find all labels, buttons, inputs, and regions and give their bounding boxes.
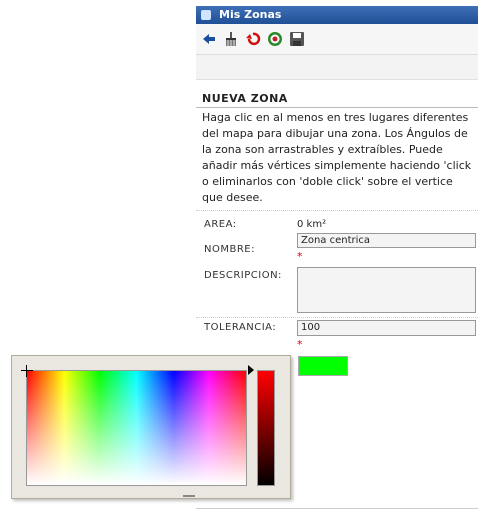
divider bbox=[196, 107, 478, 108]
required-marker: * bbox=[297, 250, 303, 263]
color-picker-popup bbox=[11, 355, 291, 499]
color-spectrum[interactable] bbox=[26, 370, 247, 486]
instruction-line: Haga clic en al menos en tres lugares di… bbox=[202, 111, 469, 124]
required-marker: * bbox=[297, 338, 303, 351]
window-title: Mis Zonas bbox=[219, 8, 282, 21]
instruction-line: del mapa para dibujar una zona. Los Ángu… bbox=[202, 127, 468, 140]
descripcion-label: DESCRIPCION: bbox=[204, 270, 282, 281]
instructions-text: Haga clic en al menos en tres lugares di… bbox=[202, 110, 478, 206]
instruction-line: añadir más vértices simplemente haciendo… bbox=[202, 159, 472, 172]
save-icon[interactable] bbox=[289, 31, 305, 47]
toolbar bbox=[196, 24, 478, 55]
instruction-line: que desee. bbox=[202, 191, 263, 204]
slider-arrow-icon[interactable] bbox=[248, 365, 254, 375]
crosshair-icon[interactable] bbox=[21, 365, 33, 377]
window-titlebar: Mis Zonas bbox=[196, 6, 478, 24]
status-bar bbox=[196, 55, 478, 80]
descripcion-textarea[interactable] bbox=[297, 267, 476, 313]
divider bbox=[196, 210, 478, 211]
back-arrow-icon[interactable] bbox=[201, 31, 217, 47]
nombre-field[interactable]: Zona centrica bbox=[297, 233, 476, 248]
divider bbox=[196, 508, 478, 509]
nombre-label: NOMBRE: bbox=[204, 244, 255, 255]
target-icon[interactable] bbox=[267, 31, 283, 47]
area-value: 0 km² bbox=[297, 219, 327, 230]
section-heading: NUEVA ZONA bbox=[202, 92, 288, 105]
tolerancia-label: TOLERANCIA: bbox=[204, 322, 277, 333]
instruction-line: la zona son arrastrables y extraíbles. P… bbox=[202, 143, 443, 156]
instruction-line: o eliminarlos con 'doble click' sobre el… bbox=[202, 175, 453, 188]
resize-grip[interactable] bbox=[183, 495, 195, 497]
undo-icon[interactable] bbox=[245, 31, 261, 47]
color-swatch[interactable] bbox=[298, 356, 348, 376]
divider bbox=[196, 317, 478, 318]
tolerancia-field[interactable]: 100 bbox=[297, 320, 476, 336]
brightness-slider[interactable] bbox=[257, 370, 275, 486]
area-label: AREA: bbox=[204, 219, 237, 230]
window-icon bbox=[201, 10, 211, 20]
broom-icon[interactable] bbox=[223, 31, 239, 47]
